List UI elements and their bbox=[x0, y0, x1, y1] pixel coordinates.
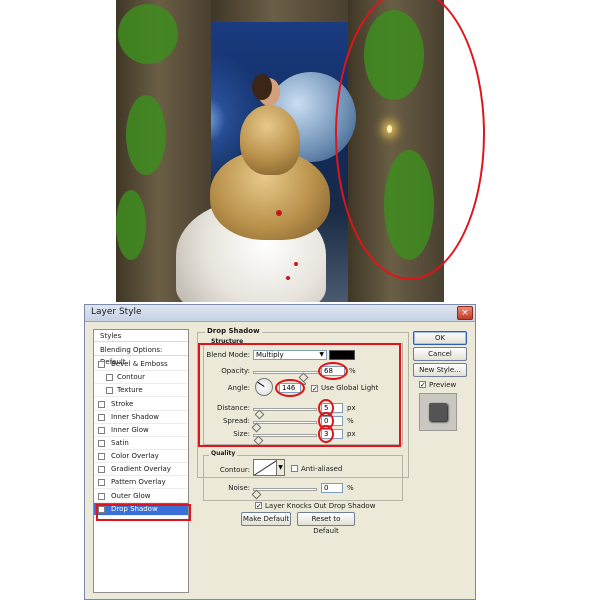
contour-picker[interactable] bbox=[253, 459, 277, 476]
style-item-texture[interactable]: Texture bbox=[94, 384, 188, 397]
title-bar[interactable]: Layer Style × bbox=[85, 305, 475, 322]
checkbox[interactable] bbox=[98, 361, 105, 368]
style-item-outer-glow[interactable]: Outer Glow bbox=[94, 490, 188, 503]
rose bbox=[276, 210, 282, 216]
door-lintel bbox=[211, 0, 348, 22]
layer-knocks-out-label: Layer Knocks Out Drop Shadow bbox=[265, 502, 376, 510]
style-item-label: Inner Glow bbox=[111, 426, 149, 434]
ok-button[interactable]: OK bbox=[413, 331, 467, 345]
close-icon: × bbox=[461, 308, 469, 318]
highlight-box-structure bbox=[198, 343, 401, 447]
style-item-bevel-emboss[interactable]: Bevel & Emboss bbox=[94, 358, 188, 371]
style-item-inner-glow[interactable]: Inner Glow bbox=[94, 424, 188, 437]
style-item-stroke[interactable]: Stroke bbox=[94, 398, 188, 411]
anti-aliased-label: Anti-aliased bbox=[301, 465, 343, 473]
style-item-label: Gradient Overlay bbox=[111, 465, 171, 473]
style-item-pattern-overlay[interactable]: Pattern Overlay bbox=[94, 476, 188, 489]
preview-checkbox[interactable]: ✓ bbox=[419, 381, 426, 389]
contour-label: Contour: bbox=[219, 466, 250, 474]
style-item-label: Texture bbox=[117, 386, 143, 394]
style-item-contour[interactable]: Contour bbox=[94, 371, 188, 384]
dress-bodice bbox=[240, 105, 300, 175]
checkbox[interactable] bbox=[98, 414, 105, 421]
noise-unit: % bbox=[347, 484, 354, 492]
checkbox[interactable] bbox=[98, 479, 105, 486]
checkbox[interactable] bbox=[98, 440, 105, 447]
rose-petal bbox=[294, 262, 298, 266]
new-style-button[interactable]: New Style... bbox=[413, 363, 467, 377]
blending-options-item[interactable]: Blending Options: Default bbox=[94, 344, 188, 366]
vine-leaves bbox=[118, 4, 178, 64]
style-item-inner-shadow[interactable]: Inner Shadow bbox=[94, 411, 188, 424]
rose-petal bbox=[286, 276, 290, 280]
preview-label: Preview bbox=[429, 381, 457, 389]
style-item-label: Bevel & Emboss bbox=[111, 360, 168, 368]
style-item-label: Stroke bbox=[111, 400, 134, 408]
quality-title: Quality bbox=[209, 450, 238, 457]
style-item-gradient-overlay[interactable]: Gradient Overlay bbox=[94, 463, 188, 476]
contour-dropdown-button[interactable]: ▼ bbox=[277, 459, 285, 476]
checkbox[interactable] bbox=[98, 493, 105, 500]
checkbox[interactable] bbox=[106, 374, 113, 381]
chevron-down-icon: ▼ bbox=[278, 464, 283, 471]
layer-knocks-out-checkbox[interactable]: ✓ bbox=[255, 502, 262, 510]
noise-input[interactable]: 0 bbox=[321, 483, 343, 493]
style-item-label: Color Overlay bbox=[111, 452, 159, 460]
vine-leaves bbox=[126, 95, 166, 175]
style-item-color-overlay[interactable]: Color Overlay bbox=[94, 450, 188, 463]
quality-group bbox=[203, 455, 403, 501]
styles-list: Styles Blending Options: Default Bevel &… bbox=[93, 329, 189, 593]
reset-to-default-button[interactable]: Reset to Default bbox=[297, 512, 355, 535]
preview-thumbnail bbox=[419, 393, 457, 431]
anti-aliased-checkbox[interactable] bbox=[291, 465, 298, 472]
make-default-button[interactable]: Make Default bbox=[241, 512, 291, 526]
style-item-label: Inner Shadow bbox=[111, 413, 159, 421]
noise-label: Noise: bbox=[228, 484, 250, 492]
close-button[interactable]: × bbox=[457, 306, 473, 320]
drop-shadow-title: Drop Shadow bbox=[205, 327, 262, 335]
dialog-title: Layer Style bbox=[91, 307, 142, 317]
checkbox[interactable] bbox=[98, 427, 105, 434]
checkbox[interactable] bbox=[106, 387, 113, 394]
style-item-label: Contour bbox=[117, 373, 145, 381]
style-item-label: Satin bbox=[111, 439, 129, 447]
layer-style-dialog: Layer Style × Styles Blending Options: D… bbox=[84, 304, 476, 600]
highlight-oval-annotation bbox=[335, 0, 485, 280]
noise-slider[interactable] bbox=[253, 488, 317, 491]
highlight-box-drop-shadow bbox=[96, 504, 191, 521]
style-item-label: Pattern Overlay bbox=[111, 478, 166, 486]
cancel-button[interactable]: Cancel bbox=[413, 347, 467, 361]
style-item-satin[interactable]: Satin bbox=[94, 437, 188, 450]
styles-header[interactable]: Styles bbox=[94, 330, 188, 342]
checkbox[interactable] bbox=[98, 453, 105, 460]
vine-leaves bbox=[116, 190, 146, 260]
woman-hair bbox=[252, 74, 272, 100]
checkbox[interactable] bbox=[98, 401, 105, 408]
checkbox[interactable] bbox=[98, 466, 105, 473]
style-item-label: Outer Glow bbox=[111, 492, 151, 500]
